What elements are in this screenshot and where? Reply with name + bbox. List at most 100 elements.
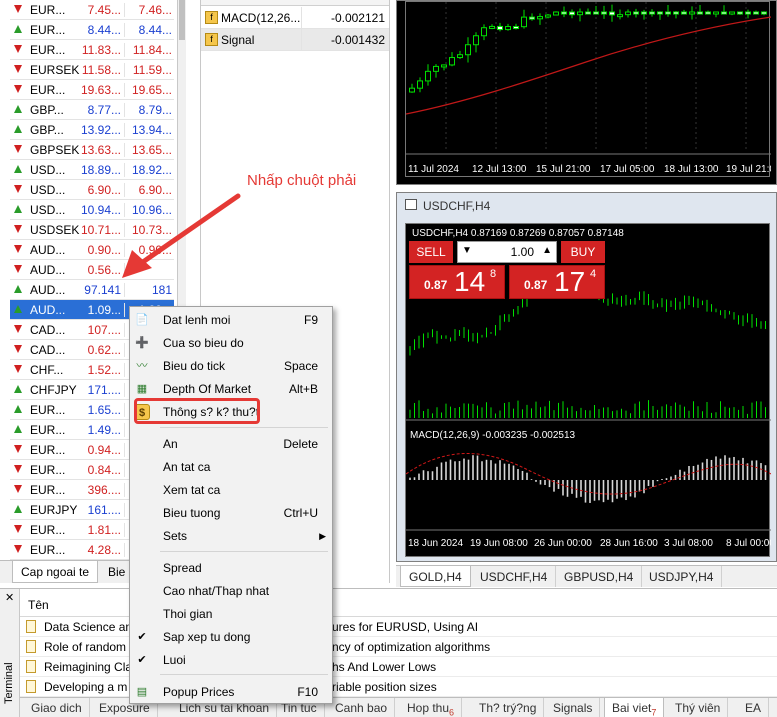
candle-body	[481, 27, 487, 37]
menu-item[interactable]: ✔ Sap xep tu dong	[130, 626, 332, 648]
buy-button[interactable]: BUY	[561, 241, 605, 263]
terminal-tab-label: Hop thu	[407, 701, 450, 715]
tick-chart-icon: 〰	[136, 360, 148, 372]
candle-body	[681, 11, 687, 15]
ask-price: 11.84...	[132, 43, 172, 57]
candle-body	[577, 11, 583, 16]
ask-price: 8.79...	[138, 103, 172, 117]
chart-plot-top[interactable]: 11 Jul 2024 12 Jul 13:00 15 Jul 21:00 17 Ju…	[405, 1, 771, 178]
terminal-tab[interactable]: Giao dich	[24, 698, 90, 717]
candle-body	[465, 44, 471, 56]
menu-item-label: Sets	[163, 529, 188, 543]
terminal-tab-label: Thý viên	[675, 701, 721, 715]
candle-body	[441, 64, 447, 68]
candle-body	[649, 11, 655, 15]
volume-input[interactable]: ▼ 1.00 ▲	[457, 241, 557, 263]
article-title-end: ures for EURUSD, Using AI	[332, 620, 479, 634]
menu-item[interactable]: Cao nhat/Thap nhat	[130, 580, 332, 602]
sell-price[interactable]: 0.87 14 8	[409, 265, 505, 299]
bid-price: 107....	[80, 323, 125, 337]
tab-cap-ngoai-te[interactable]: Cap ngoai te	[12, 561, 99, 583]
time-axis-label: 8 Jul 00:00	[726, 538, 771, 549]
terminal-tab-label: Giao dich	[31, 701, 82, 715]
tab-gbpusd-h4[interactable]: GBPUSD,H4	[556, 566, 643, 587]
market-watch-row[interactable]: EURSEK 11.58... 11.59...	[10, 60, 174, 80]
candle-body	[569, 11, 575, 16]
terminal-tab[interactable]: EA	[738, 698, 770, 717]
chart-window-usdchf[interactable]: USDCHF,H4 USDCHF,H4 0.87169 0.87269 0.87…	[396, 192, 777, 562]
menu-item[interactable]: Bieu tuong Ctrl+U	[130, 502, 332, 524]
menu-item[interactable]: Sets ▶	[130, 525, 332, 547]
sell-button[interactable]: SELL	[409, 241, 453, 263]
menu-item[interactable]: ▦ Depth Of Market Alt+B	[130, 378, 332, 400]
indicator-icon: f	[205, 33, 218, 46]
menu-item[interactable]: An Delete	[130, 433, 332, 455]
market-watch-row[interactable]: EUR... 7.45... 7.46...	[10, 0, 174, 20]
candle-body	[737, 11, 743, 15]
menu-item-label: Popup Prices	[163, 685, 235, 699]
volume-increase-icon[interactable]: ▲	[542, 245, 552, 256]
bid-price: 8.44...	[80, 23, 125, 37]
menu-item[interactable]: ▤ Popup Prices F10	[130, 681, 332, 703]
terminal-tab[interactable]: Bai viet7	[604, 698, 665, 717]
terminal-tab[interactable]: Th? trý?ng	[472, 698, 545, 717]
menu-item[interactable]: ✔ Luoi	[130, 649, 332, 671]
candle-body	[585, 11, 591, 15]
arrow-up-icon	[14, 105, 22, 113]
candle-body	[673, 11, 679, 15]
menu-item-shortcut: F9	[303, 313, 318, 327]
terminal-tab[interactable]: Canh bao	[328, 698, 396, 717]
menu-item-label: Luoi	[163, 653, 186, 667]
market-watch-row[interactable]: EUR... 11.83... 11.84...	[10, 40, 174, 60]
terminal-tab[interactable]: Signals	[546, 698, 601, 717]
tab-gold-h4[interactable]: GOLD,H4	[400, 566, 471, 587]
chart-title-bar[interactable]: USDCHF,H4	[397, 193, 776, 217]
bid-price: 11.58...	[80, 63, 125, 77]
tab-usdjpy-h4[interactable]: USDJPY,H4	[641, 566, 723, 587]
menu-item[interactable]: ➕ Cua so bieu do	[130, 332, 332, 354]
menu-item[interactable]: An tat ca	[130, 456, 332, 478]
candle-body	[721, 11, 727, 15]
arrow-up-icon	[14, 25, 22, 33]
candle-body	[457, 54, 463, 59]
time-axis-label: 11 Jul 2024	[408, 164, 459, 175]
chart-window-top[interactable]: 11 Jul 2024 12 Jul 13:00 15 Jul 21:00 17 Ju…	[396, 0, 777, 185]
menu-item[interactable]: 📄 Dat lenh moi F9	[130, 309, 332, 331]
buy-price[interactable]: 0.87 17 4	[509, 265, 605, 299]
candlestick-chart-top[interactable]: 11 Jul 2024 12 Jul 13:00 15 Jul 21:00 17 Ju…	[406, 2, 771, 178]
menu-item-label: Thoi gian	[163, 607, 213, 621]
market-watch-row[interactable]: EUR... 8.44... 8.44...	[10, 20, 174, 40]
menu-item[interactable]: Spread	[130, 557, 332, 579]
market-watch-row[interactable]: GBP... 13.92... 13.94...	[10, 120, 174, 140]
submenu-arrow-icon: ▶	[319, 531, 326, 541]
arrow-down-icon	[14, 245, 22, 253]
bid-price: 4.28...	[80, 543, 125, 557]
menu-item[interactable]: Xem tat ca	[130, 479, 332, 501]
chart-title: USDCHF,H4	[423, 199, 491, 213]
close-icon[interactable]: ✕	[5, 591, 14, 604]
arrow-up-icon	[14, 425, 22, 433]
terminal-tab[interactable]: Thý viên	[668, 698, 729, 717]
ask-price: 11.59...	[132, 63, 172, 77]
check-icon: ✔	[137, 631, 147, 643]
market-watch-row[interactable]: GBPSEK 13.63... 13.65...	[10, 140, 174, 160]
menu-item[interactable]: 〰 Bieu do tick Space	[130, 355, 332, 377]
market-watch-row[interactable]: GBP... 8.77... 8.79...	[10, 100, 174, 120]
terminal-tab[interactable]: Hop thu6	[400, 698, 463, 717]
volume-decrease-icon[interactable]: ▼	[462, 245, 472, 256]
market-watch-row[interactable]: USD... 18.89... 18.92...	[10, 160, 174, 180]
menu-item[interactable]: Thoi gian	[130, 603, 332, 625]
scrollbar-thumb[interactable]	[179, 0, 185, 40]
tab-usdchf-h4[interactable]: USDCHF,H4	[472, 566, 557, 587]
menu-separator	[160, 674, 328, 675]
context-menu: 📄 Dat lenh moi F9 ➕ Cua so bieu do 〰 Bieu do t…	[129, 306, 333, 704]
terminal-tab-count: 7	[651, 707, 657, 717]
arrow-up-icon	[14, 125, 22, 133]
menu-item-shortcut: Ctrl+U	[283, 506, 318, 520]
market-watch-row[interactable]: EUR... 19.63... 19.65...	[10, 80, 174, 100]
check-icon: ✔	[137, 654, 147, 666]
arrow-up-icon	[14, 165, 22, 173]
data-row-macd: f MACD(12,26... -0.002121	[201, 7, 389, 29]
menu-item-label: Sap xep tu dong	[163, 630, 251, 644]
ask-price: 18.92...	[131, 163, 172, 177]
